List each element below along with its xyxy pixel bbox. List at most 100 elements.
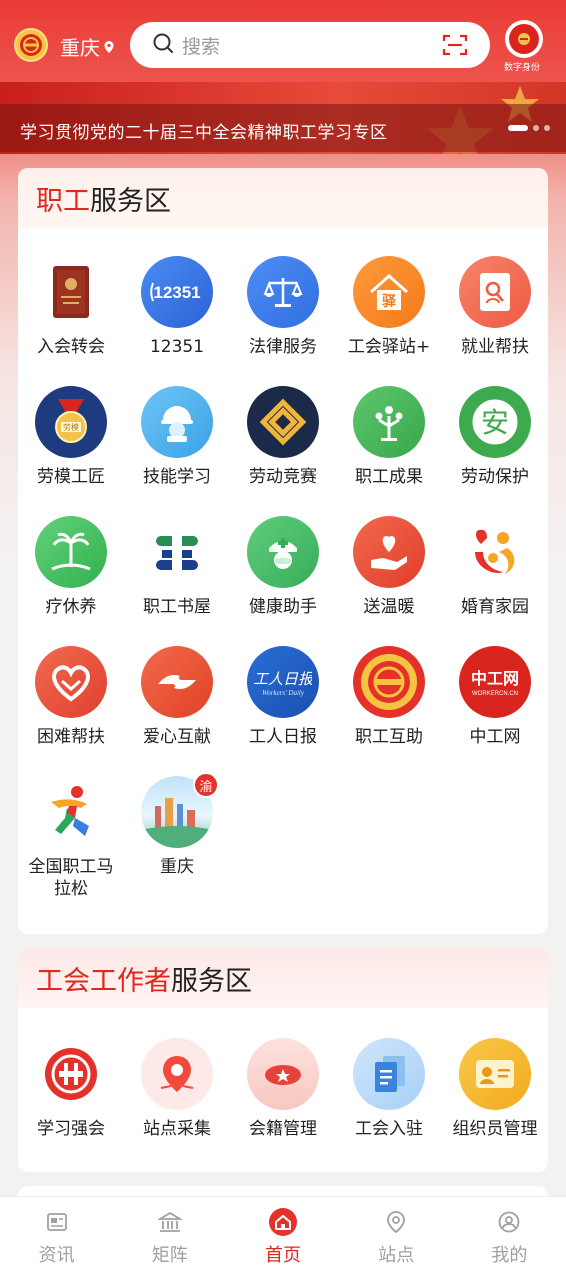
service-item-reading-room[interactable]: 职工书屋 [124,516,230,618]
service-item-love-donation[interactable]: 爱心互献 [124,646,230,748]
service-item-hardship-support[interactable]: 困难帮扶 [18,646,124,748]
service-label: 健康助手 [249,597,317,617]
city-label: 重庆 [60,36,100,60]
svg-text:Workers' Daily: Workers' Daily [262,689,305,697]
service-item-union-onboarding[interactable]: 工会入驻 [336,1038,442,1140]
digital-id-label: 数字身份 [503,63,540,73]
service-label: 会籍管理 [249,1119,317,1139]
service-label: 职工互助 [355,727,423,747]
union-emblem-icon [353,646,425,718]
tab-home[interactable]: 首页 [226,1197,339,1280]
service-label: 送温暖 [363,597,415,617]
banner-pagination [508,125,550,131]
workers-daily-icon: 工人日报 Workers' Daily [247,646,319,718]
search-bar[interactable]: 搜索 [130,22,490,68]
city-selector[interactable]: 重庆 [60,32,115,61]
runner-icon [35,776,107,848]
service-item-study-union[interactable]: 学习强会 [18,1038,124,1140]
service-item-union-station[interactable]: 驿 工会驿站+ [336,256,442,358]
service-label: 工会驿站+ [347,337,431,357]
tab-mine[interactable]: 我的 [453,1197,566,1280]
service-item-family-home[interactable]: 婚育家园 [442,516,548,618]
tab-news[interactable]: 资讯 [0,1197,113,1280]
tab-label: 资讯 [38,1245,75,1266]
service-item-marathon[interactable]: 全国职工马拉松 [18,776,124,900]
service-label: 全国职工马拉松 [28,857,114,899]
service-label: 职工书屋 [143,597,211,617]
service-item-sanatorium[interactable]: 疗休养 [18,516,124,618]
job-search-icon [459,256,531,328]
svg-text:中工网: 中工网 [471,669,519,688]
news-icon [0,1209,113,1235]
service-item-membership-management[interactable]: 会籍管理 [230,1038,336,1140]
service-item-workers-daily[interactable]: 工人日报 Workers' Daily 工人日报 [230,646,336,748]
service-item-mutual-aid[interactable]: 职工互助 [336,646,442,748]
tab-label: 矩阵 [151,1245,188,1266]
search-placeholder: 搜索 [182,35,221,58]
digital-id-icon [505,20,543,58]
service-label: 劳动保护 [461,467,529,487]
scales-icon [247,256,319,328]
service-label: 劳模工匠 [37,467,105,487]
scan-icon[interactable] [442,33,468,61]
service-label: 学习强会 [37,1119,105,1139]
service-label: 法律服务 [249,337,317,357]
id-card-icon [459,1038,531,1110]
service-item-legal[interactable]: 法律服务 [230,256,336,358]
service-item-skill-learning[interactable]: 技能学习 [124,386,230,488]
service-item-worker-achievement[interactable]: 职工成果 [336,386,442,488]
worker-service-card: 职工 服务区 入会转会 12351 12351 法律服务 驿 工会驿站+ 就业帮… [18,168,548,934]
station-house-icon: 驿 [353,256,425,328]
digital-id-button[interactable]: 数字身份 [502,20,546,73]
service-label: 疗休养 [45,597,97,617]
service-item-12351[interactable]: 12351 12351 [124,256,230,358]
service-item-membership-transfer[interactable]: 入会转会 [18,256,124,358]
service-item-health-assistant[interactable]: 健康助手 [230,516,336,618]
svg-text:12351: 12351 [153,283,200,302]
svg-text:WORKERCN.CN: WORKERCN.CN [472,691,518,697]
promo-banner[interactable]: 学习贯彻党的二十届三中全会精神职工学习专区 [0,82,566,154]
service-item-site-collection[interactable]: 站点采集 [124,1038,230,1140]
title-rest: 服务区 [90,185,171,217]
membership-book-icon [35,256,107,328]
tab-label: 站点 [378,1245,415,1266]
title-rest: 服务区 [171,965,252,997]
tab-matrix[interactable]: 矩阵 [113,1197,226,1280]
heart-hand-icon [353,516,425,588]
service-label: 婚育家园 [461,597,529,617]
union-logo-icon [14,28,48,62]
family-heart-icon [459,516,531,588]
union-study-icon [35,1038,107,1110]
service-item-labor-competition[interactable]: 劳动竞赛 [230,386,336,488]
service-label: 就业帮扶 [461,337,529,357]
safety-seal-icon: 安 [459,386,531,458]
top-header: 重庆 搜索 数字身份 [0,0,566,90]
service-label: 职工成果 [355,467,423,487]
pagination-dot [533,125,539,131]
location-pin-icon [103,35,115,59]
worker-section-title: 职工 服务区 [18,168,548,228]
search-icon [152,32,174,58]
service-label: 困难帮扶 [37,727,105,747]
map-pin-icon [141,1038,213,1110]
tab-station[interactable]: 站点 [340,1197,453,1280]
medal-icon: 劳模 [35,386,107,458]
svg-text:安: 安 [481,406,509,439]
palm-beach-icon [35,516,107,588]
service-item-chongqing[interactable]: 渝 重庆 [124,772,230,878]
service-item-send-warmth[interactable]: 送温暖 [336,516,442,618]
pagination-dot [508,125,528,131]
hotline-12351-icon: 12351 [141,256,213,328]
service-item-organizer-management[interactable]: 组织员管理 [442,1038,548,1140]
tab-label: 首页 [265,1245,301,1266]
service-item-labor-protection[interactable]: 安 劳动保护 [442,386,548,488]
service-item-model-worker[interactable]: 劳模 劳模工匠 [18,386,124,488]
service-item-workercn[interactable]: 中工网 WORKERCN.CN 中工网 [442,646,548,748]
user-icon [453,1209,566,1235]
service-label: 组织员管理 [452,1119,538,1139]
service-item-employment[interactable]: 就业帮扶 [442,256,548,358]
home-icon [226,1208,339,1236]
book-house-icon [141,516,213,588]
pagination-dot [544,125,550,131]
service-label: 入会转会 [37,337,105,357]
